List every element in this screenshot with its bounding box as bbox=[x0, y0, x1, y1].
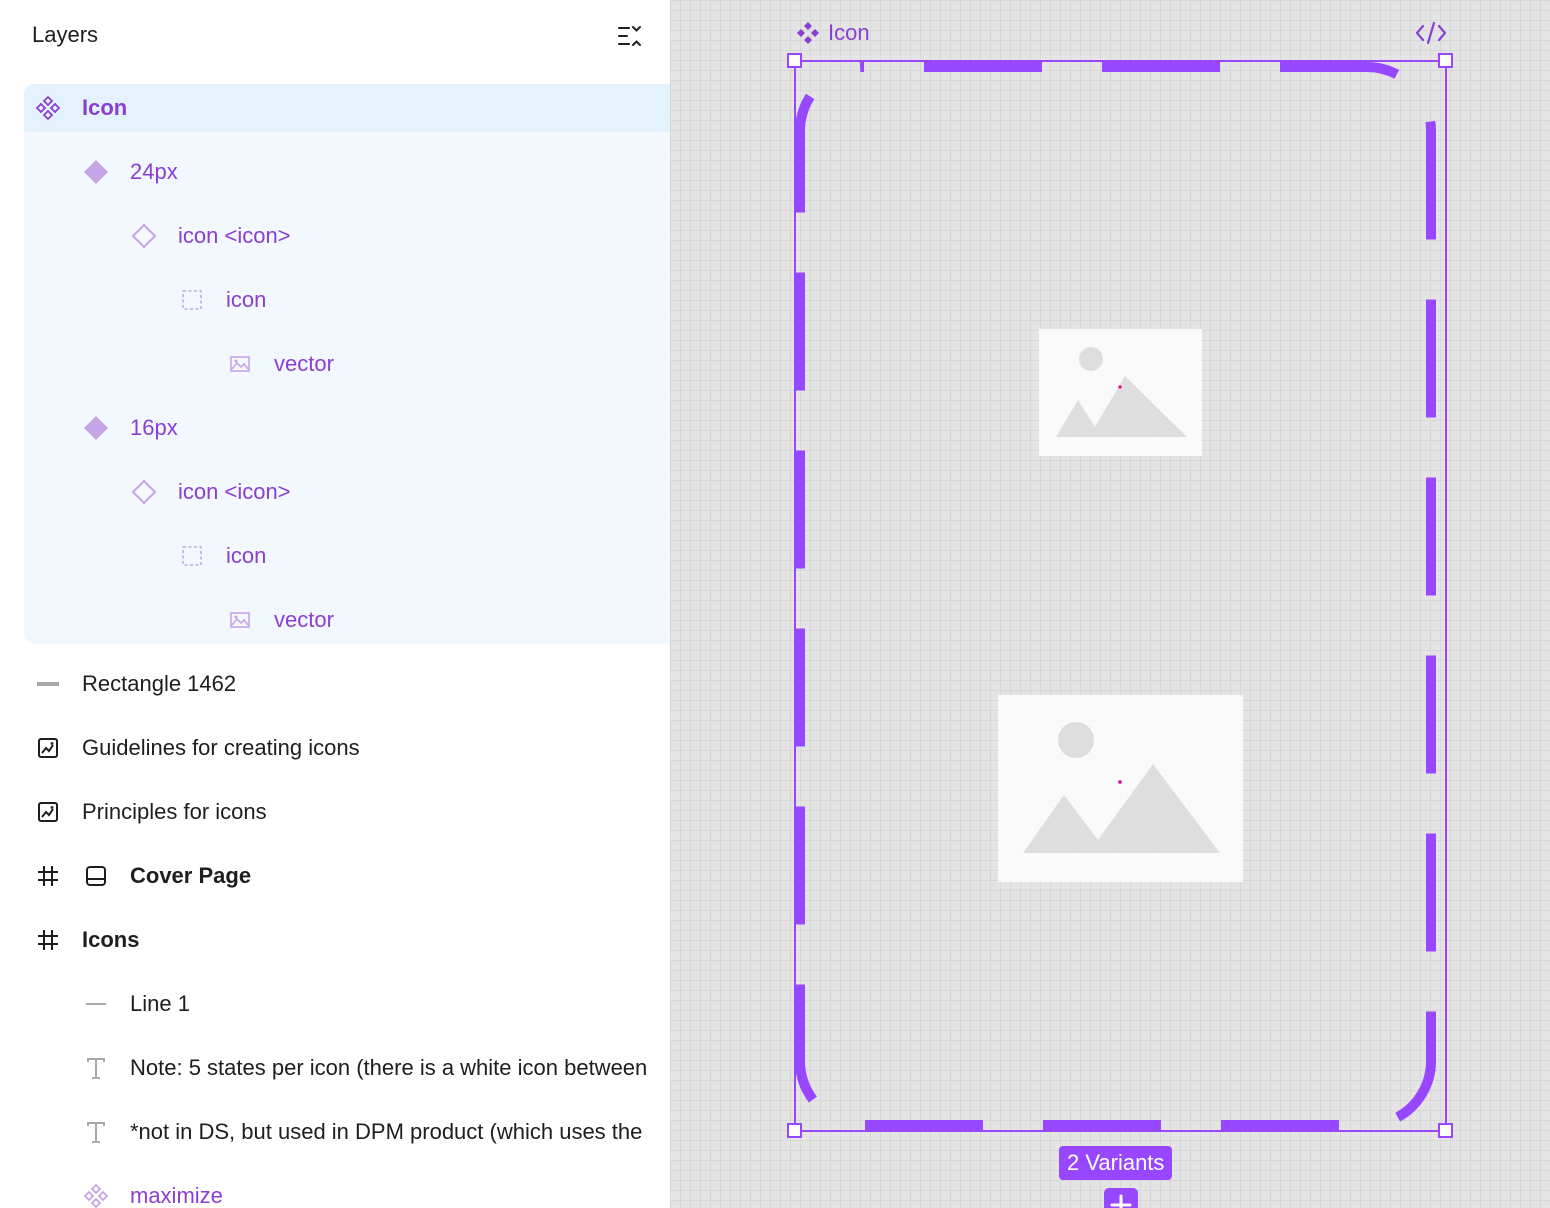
layer-label: Icon bbox=[82, 95, 128, 120]
layer-row-icon-component-set[interactable]: Icon bbox=[0, 76, 670, 140]
variants-badge[interactable]: 2 Variants bbox=[1059, 1146, 1173, 1180]
component-set-icon bbox=[797, 22, 819, 44]
variant-16px[interactable] bbox=[998, 695, 1243, 882]
layer-label: icon <icon> bbox=[178, 223, 291, 248]
layer-label: icon bbox=[226, 543, 267, 568]
collapse-layers-icon bbox=[618, 26, 641, 46]
layer-row-principles[interactable]: Principles for icons bbox=[0, 780, 670, 844]
resize-handle-bottom-left[interactable] bbox=[787, 1123, 802, 1138]
component-filled-icon bbox=[82, 158, 110, 186]
component-set-frame[interactable] bbox=[780, 50, 1460, 1146]
frame-hash-icon bbox=[34, 862, 62, 890]
layer-label: Cover Page bbox=[130, 863, 252, 888]
layer-label: Icons bbox=[82, 927, 140, 952]
layer-label: 16px bbox=[130, 415, 178, 440]
layer-row-line-1[interactable]: Line 1 bbox=[0, 972, 670, 1036]
layer-row-vector[interactable]: vector bbox=[0, 332, 670, 396]
layer-row-maximize[interactable]: maximize bbox=[0, 1164, 670, 1208]
layers-panel: Layers Icon 24px icon <icon> icon vector… bbox=[0, 0, 670, 1208]
component-filled-icon bbox=[82, 414, 110, 442]
layer-label: vector bbox=[274, 351, 334, 376]
layer-row-vector[interactable]: vector bbox=[0, 588, 670, 652]
instance-icon bbox=[130, 222, 158, 250]
layer-row-icon-instance[interactable]: icon <icon> bbox=[0, 460, 670, 524]
layer-row-guidelines[interactable]: Guidelines for creating icons bbox=[0, 716, 670, 780]
selection-box bbox=[794, 60, 1447, 1132]
image-icon bbox=[226, 606, 254, 634]
layer-label: Note: 5 states per icon (there is a whit… bbox=[130, 1055, 648, 1080]
resize-handle-top-left[interactable] bbox=[787, 53, 802, 68]
image-icon bbox=[226, 350, 254, 378]
layer-label: Line 1 bbox=[130, 991, 190, 1016]
component-set-icon bbox=[34, 94, 62, 122]
layer-label: Guidelines for creating icons bbox=[82, 735, 360, 760]
layer-row-icon-frame[interactable]: icon bbox=[0, 524, 670, 588]
dashed-frame-icon bbox=[178, 286, 206, 314]
layer-label: vector bbox=[274, 607, 334, 632]
layer-row-rectangle-1462[interactable]: Rectangle 1462 bbox=[0, 652, 670, 716]
resize-handle-top-right[interactable] bbox=[1438, 53, 1453, 68]
plus-icon bbox=[1110, 1194, 1132, 1208]
collapse-layers-button[interactable] bbox=[612, 20, 648, 52]
resize-handle-bottom-right[interactable] bbox=[1438, 1123, 1453, 1138]
layer-row-icons[interactable]: Icons bbox=[0, 908, 670, 972]
layers-panel-header: Layers bbox=[0, 0, 670, 72]
text-icon bbox=[82, 1054, 110, 1082]
dashed-frame-icon bbox=[178, 542, 206, 570]
instance-icon bbox=[130, 478, 158, 506]
variant-24px[interactable] bbox=[1039, 329, 1202, 456]
layer-row-24px[interactable]: 24px bbox=[0, 140, 670, 204]
code-button[interactable] bbox=[1414, 20, 1448, 46]
text-icon bbox=[82, 1118, 110, 1146]
add-variant-button[interactable] bbox=[1104, 1188, 1138, 1208]
layer-label: Principles for icons bbox=[82, 799, 267, 824]
frame-label-text: Icon bbox=[828, 20, 870, 45]
layer-label: icon <icon> bbox=[178, 479, 291, 504]
layer-row-cover-page[interactable]: Cover Page bbox=[0, 844, 670, 908]
layer-label: 24px bbox=[130, 159, 178, 184]
embed-image-icon bbox=[34, 798, 62, 826]
layer-list: Icon 24px icon <icon> icon vector 16px i… bbox=[0, 76, 670, 1208]
code-icon bbox=[1415, 21, 1447, 45]
component-set-outline bbox=[795, 62, 1436, 1130]
line-icon bbox=[82, 990, 110, 1018]
rectangle-line-icon bbox=[34, 670, 62, 698]
layer-label: icon bbox=[226, 287, 267, 312]
design-canvas[interactable]: Icon 2 Variants bbox=[670, 0, 1550, 1208]
layer-row-not-in-ds-text[interactable]: *not in DS, but used in DPM product (whi… bbox=[0, 1100, 670, 1164]
frame-label[interactable]: Icon bbox=[796, 20, 870, 46]
layer-row-icon-frame[interactable]: icon bbox=[0, 268, 670, 332]
layer-label: Rectangle 1462 bbox=[82, 671, 237, 696]
layer-label: maximize bbox=[130, 1183, 223, 1208]
page-layout-icon bbox=[82, 862, 110, 890]
layer-row-16px[interactable]: 16px bbox=[0, 396, 670, 460]
embed-image-icon bbox=[34, 734, 62, 762]
layer-label: *not in DS, but used in DPM product (whi… bbox=[130, 1119, 643, 1144]
layer-row-note-text[interactable]: Note: 5 states per icon (there is a whit… bbox=[0, 1036, 670, 1100]
layers-panel-title: Layers bbox=[32, 22, 99, 47]
component-set-icon bbox=[82, 1182, 110, 1208]
layer-row-icon-instance[interactable]: icon <icon> bbox=[0, 204, 670, 268]
frame-hash-icon bbox=[34, 926, 62, 954]
